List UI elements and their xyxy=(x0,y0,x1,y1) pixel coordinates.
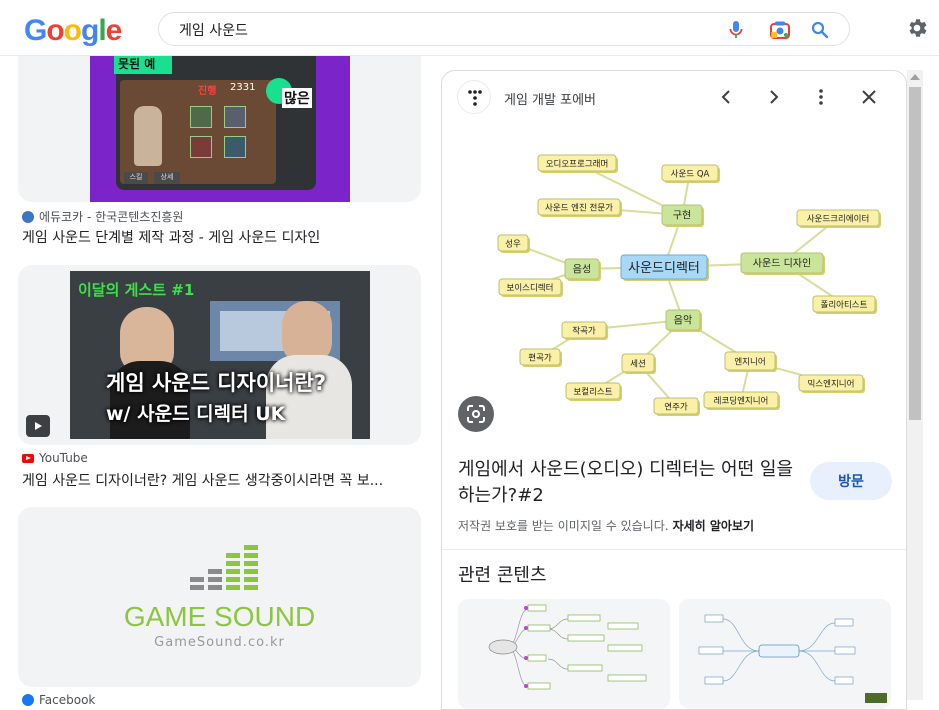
result-image-3[interactable]: GAME SOUND GameSound.co.kr xyxy=(18,507,421,687)
image-button-text: 스킬 xyxy=(124,172,148,184)
youtube-icon xyxy=(22,453,34,463)
header-bar: Google xyxy=(0,0,939,56)
svg-text:보이스디렉터: 보이스디렉터 xyxy=(507,283,554,294)
panel-divider xyxy=(442,549,906,550)
mindmap-node: 편곡가 xyxy=(519,348,562,367)
svg-text:성우: 성우 xyxy=(505,240,521,250)
mindmap-node: 성우 xyxy=(497,234,530,253)
mindmap-node: 구현 xyxy=(661,204,704,227)
scrollbar-thumb[interactable] xyxy=(909,87,921,420)
image-result-card-3[interactable]: GAME SOUND GameSound.co.kr xyxy=(18,507,421,687)
search-input[interactable] xyxy=(179,20,699,40)
result-source-1[interactable]: 에듀코카 - 한국콘텐츠진흥원 xyxy=(22,208,183,225)
close-icon[interactable] xyxy=(857,85,881,109)
mindmap-node: 레코딩엔지니어 xyxy=(703,391,780,410)
result-source-label: YouTube xyxy=(39,451,88,465)
svg-text:사운드 디자인: 사운드 디자인 xyxy=(753,258,811,270)
search-icon[interactable] xyxy=(809,19,831,41)
scroll-up-arrow-icon[interactable] xyxy=(910,74,920,80)
mindmap-node: 엔지니어 xyxy=(724,351,777,372)
svg-text:보컬리스트: 보컬리스트 xyxy=(573,388,612,398)
svg-text:작곡가: 작곡가 xyxy=(572,326,596,337)
video-headline-text: 게임 사운드 디자이너란? xyxy=(106,371,327,395)
result-image-2[interactable]: 이달의 게스트 #1 게임 사운드 디자이너란? w/ 사운드 디렉터 UK xyxy=(70,271,370,439)
camera-lens-icon[interactable] xyxy=(769,19,791,41)
svg-text:오디오프로그래머: 오디오프로그래머 xyxy=(546,160,609,170)
mindmap-node: 사운드크리에이터 xyxy=(796,209,881,228)
previous-chevron-icon[interactable] xyxy=(714,85,738,109)
mindmap-node: 작곡가 xyxy=(561,321,608,340)
gamesound-url-text: GameSound.co.kr xyxy=(154,635,285,650)
svg-text:믹스엔지니어: 믹스엔지니어 xyxy=(808,379,855,390)
copyright-text: 저작권 보호를 받는 이미지일 수 있습니다. xyxy=(458,519,669,533)
image-preview-panel: 게임 개발 포에버 사운드디렉터 오디오프로그래머사운드 QA 사운드 엔진 전문가… xyxy=(441,70,907,710)
result-source-2[interactable]: YouTube xyxy=(22,451,88,465)
svg-text:음성: 음성 xyxy=(573,264,591,276)
svg-text:레코딩엔지니어: 레코딩엔지니어 xyxy=(714,396,769,407)
svg-text:세션: 세션 xyxy=(630,359,646,370)
mindmap-node: 음성 xyxy=(564,258,601,281)
microphone-icon[interactable] xyxy=(725,19,747,41)
video-subtitle-text: w/ 사운드 디렉터 UK xyxy=(106,403,286,425)
mindmap-node: 세션 xyxy=(621,353,656,374)
play-icon[interactable] xyxy=(26,415,50,437)
mindmap-image[interactable]: 사운드디렉터 오디오프로그래머사운드 QA 사운드 엔진 전문가구현성우음성보이스디… xyxy=(462,141,888,441)
svg-text:구현: 구현 xyxy=(673,210,691,222)
svg-text:음악: 음악 xyxy=(674,315,692,327)
result-source-label: Facebook xyxy=(39,693,96,707)
facebook-icon xyxy=(22,694,34,706)
settings-gear-icon[interactable] xyxy=(905,16,929,40)
mindmap-center-node: 사운드디렉터 xyxy=(620,254,709,281)
panel-header: 게임 개발 포에버 xyxy=(442,71,906,123)
site-logo-icon[interactable] xyxy=(457,80,491,114)
panel-image-title[interactable]: 게임에서 사운드(오디오) 디렉터는 어떤 일을 하는가?#2 xyxy=(458,457,798,509)
gamesound-brand-text: GAME SOUND xyxy=(123,601,316,632)
image-button-text: 상세 xyxy=(154,172,180,184)
svg-text:사운드 엔진 전문가: 사운드 엔진 전문가 xyxy=(545,203,613,214)
result-source-3[interactable]: Facebook xyxy=(22,693,95,707)
svg-text:사운드디렉터: 사운드디렉터 xyxy=(628,261,700,276)
result-source-label: 에듀코카 - 한국콘텐츠진흥원 xyxy=(39,210,184,224)
mindmap-node: 보이스디렉터 xyxy=(498,278,563,297)
video-guest-text: 이달의 게스트 #1 xyxy=(78,281,195,299)
learn-more-link[interactable]: 자세히 알아보기 xyxy=(673,519,754,533)
image-result-card-2[interactable]: 이달의 게스트 #1 게임 사운드 디자이너란? w/ 사운드 디렉터 UK xyxy=(18,265,421,445)
related-thumbnail-2[interactable] xyxy=(679,599,891,709)
svg-text:엔지니어: 엔지니어 xyxy=(734,357,765,368)
image-number-text: 2331 xyxy=(230,82,256,93)
mindmap-node: 폴리아티스트 xyxy=(812,295,877,314)
mindmap-node: 사운드 QA xyxy=(661,164,720,183)
result-title-1[interactable]: 게임 사운드 단계별 제작 과정 - 게임 사운드 디자인 xyxy=(22,227,417,247)
svg-text:사운드크리에이터: 사운드크리에이터 xyxy=(807,214,870,225)
panel-site-name[interactable]: 게임 개발 포에버 xyxy=(504,89,596,108)
site-favicon-icon xyxy=(22,210,34,223)
image-result-card-1[interactable]: 못된 예 2331 진행 스킬 상세 많은 xyxy=(18,40,421,202)
google-logo[interactable]: Google xyxy=(24,14,122,48)
search-box[interactable] xyxy=(158,12,850,46)
mindmap-node: 보컬리스트 xyxy=(565,382,622,401)
image-brand-text: 많은 xyxy=(282,88,312,108)
result-title-2[interactable]: 게임 사운드 디자이너란? 게임 사운드 생각중이시라면 꼭 보... xyxy=(22,470,417,490)
next-chevron-icon[interactable] xyxy=(762,85,786,109)
image-label-text: 진행 xyxy=(198,86,217,97)
mindmap-node: 오디오프로그래머 xyxy=(537,154,618,173)
copyright-notice: 저작권 보호를 받는 이미지일 수 있습니다. 자세히 알아보기 xyxy=(458,517,754,534)
svg-text:연주가: 연주가 xyxy=(664,403,688,413)
more-options-icon[interactable] xyxy=(809,85,833,109)
svg-text:폴리아티스트: 폴리아티스트 xyxy=(821,300,868,311)
mindmap-node: 사운드 디자인 xyxy=(740,252,825,275)
mindmap-node: 믹스엔지니어 xyxy=(798,374,865,393)
mindmap-node: 연주가 xyxy=(653,397,700,416)
google-lens-icon[interactable] xyxy=(458,396,494,432)
visit-button[interactable]: 방문 xyxy=(810,462,892,500)
svg-text:사운드 QA: 사운드 QA xyxy=(671,170,710,180)
result-image-1[interactable]: 못된 예 2331 진행 스킬 상세 많은 xyxy=(90,40,350,202)
related-thumbnail-1[interactable] xyxy=(458,599,670,709)
mindmap-node: 사운드 엔진 전문가 xyxy=(537,198,622,217)
related-content-heading: 관련 콘텐츠 xyxy=(458,565,547,586)
svg-text:편곡가: 편곡가 xyxy=(528,353,552,364)
mindmap-node: 음악 xyxy=(665,309,702,332)
